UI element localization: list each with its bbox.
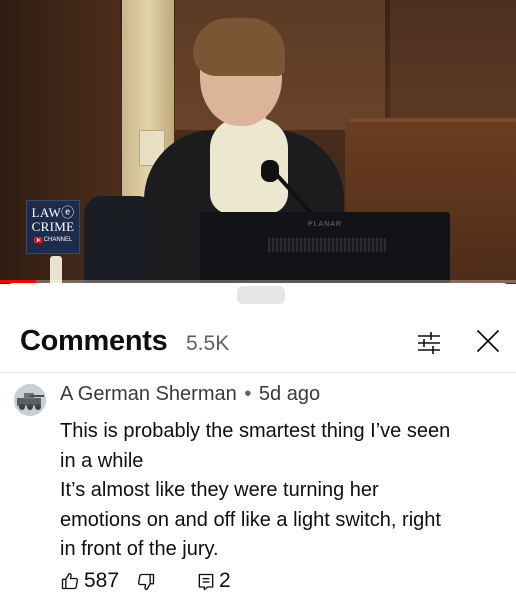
play-icon — [33, 237, 42, 243]
meta-separator: • — [244, 383, 252, 405]
comments-sheet: Comments 5.5K A German Sherman • 5d ago … — [0, 283, 516, 600]
logo-channel-label: CHANNEL — [43, 237, 73, 243]
comment-author[interactable]: A German Sherman — [60, 383, 237, 405]
thumbs-down-icon — [137, 573, 155, 591]
comment-line: in front of the jury. — [60, 538, 219, 560]
like-button[interactable] — [60, 571, 80, 591]
dislike-button[interactable] — [136, 572, 156, 592]
like-count: 587 — [84, 569, 120, 592]
logo-channel-row: CHANNEL — [27, 237, 79, 243]
sliders-icon — [418, 332, 440, 354]
comment-line: This is probably the smartest thing I’ve… — [60, 420, 451, 442]
comment-line: in a while — [60, 449, 144, 472]
comment-line: emotions on and off like a light switch,… — [60, 508, 441, 531]
thumbs-up-icon — [61, 572, 79, 590]
comment-body: This is probably the smartest thing I’ve… — [60, 417, 500, 565]
comment-age: 5d ago — [258, 383, 321, 405]
comment-line: It’s almost like they were turning her — [60, 479, 379, 501]
close-icon — [477, 330, 499, 352]
person-hair — [193, 18, 285, 76]
sort-filter-button[interactable] — [414, 327, 444, 357]
header-divider — [0, 372, 516, 373]
microphone — [261, 160, 279, 182]
comments-title: Comments — [20, 325, 168, 357]
comment-meta: A German Sherman • 5d ago — [60, 383, 320, 406]
comment-actions: 587 2 — [60, 569, 360, 595]
close-button[interactable] — [472, 325, 504, 357]
avatar[interactable] — [14, 384, 46, 416]
comments-header: Comments 5.5K — [0, 319, 516, 369]
avatar-image — [14, 384, 46, 416]
comments-count: 5.5K — [186, 332, 230, 355]
video-player[interactable]: PLANAR LAWⓔ CRIME CHANNEL — [0, 0, 516, 284]
comment-item: A German Sherman • 5d ago This is probab… — [0, 379, 516, 600]
reply-count: 2 — [219, 569, 231, 592]
logo-line-1: LAWⓔ — [31, 205, 75, 220]
drag-handle[interactable] — [237, 286, 285, 304]
logo-line-2: CRIME — [31, 219, 75, 234]
channel-logo: LAWⓔ CRIME CHANNEL — [26, 200, 80, 254]
reply-button[interactable] — [196, 572, 216, 592]
monitor-brand: PLANAR — [308, 221, 343, 228]
monitor-vent — [268, 238, 386, 252]
reply-icon — [198, 573, 214, 591]
